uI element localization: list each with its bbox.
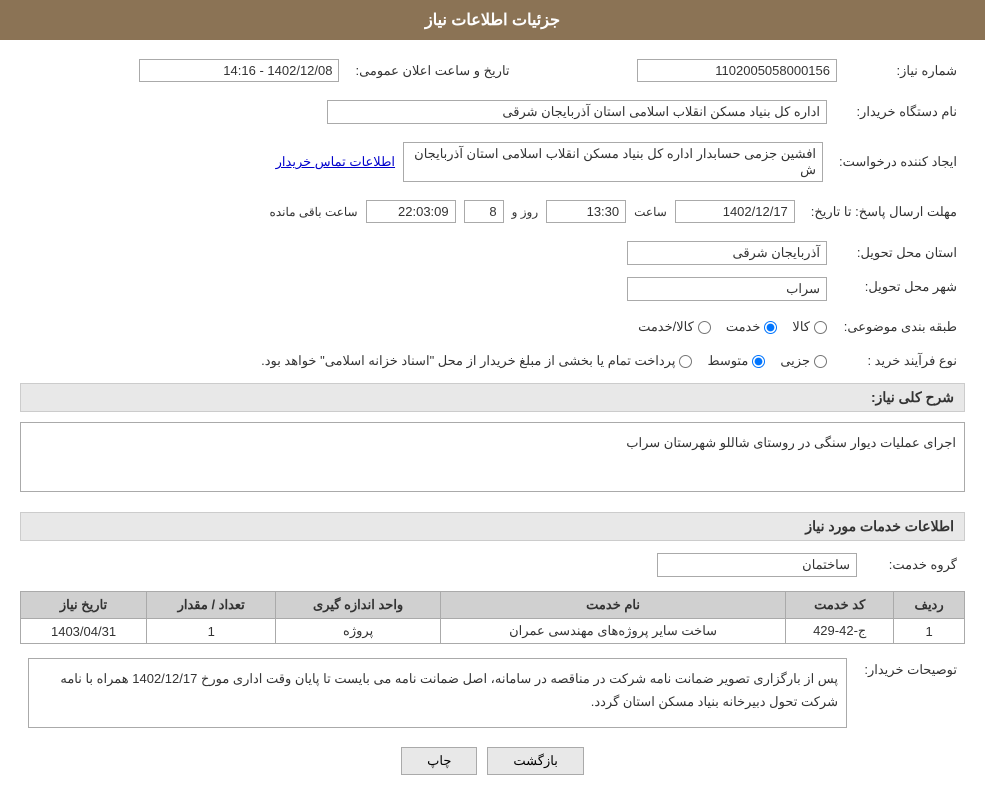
radio-khedmat[interactable]: خدمت: [726, 319, 778, 335]
nam-dastgah-value: اداره کل بنیاد مسکن انقلاب اسلامی استان …: [327, 100, 827, 124]
nam-dastgah-label: نام دستگاه خریدار:: [835, 96, 965, 128]
page-title: جزئیات اطلاعات نیاز: [425, 12, 560, 29]
grooh-value: ساختمان: [657, 553, 857, 577]
radio-jozii[interactable]: جزیی: [780, 353, 827, 369]
radio-pardakht: پرداخت تمام یا بخشی از مبلغ خریدار از مح…: [261, 353, 692, 369]
radio-kala-khedmat[interactable]: کالا/خدمت: [638, 319, 711, 335]
rooz-value: 8: [464, 200, 504, 223]
col-tedad: تعداد / مقدار: [147, 592, 276, 619]
saat-label: ساعت: [634, 205, 667, 219]
col-vahed: واحد اندازه گیری: [276, 592, 441, 619]
col-nam: نام خدمت: [440, 592, 785, 619]
grooh-label: گروه خدمت:: [865, 549, 965, 581]
ostan-value: آذربایجان شرقی: [627, 241, 827, 265]
sharh-value: اجرای عملیات دیوار سنگی در روستای شاللو …: [20, 422, 965, 492]
back-button[interactable]: بازگشت: [487, 747, 583, 775]
shomare-niaz-label: شماره نیاز:: [845, 55, 965, 86]
shahr-label: شهر محل تحویل:: [835, 269, 965, 305]
ettelaat-tamas-link[interactable]: اطلاعات تماس خریدار: [276, 154, 395, 170]
rooz-label: روز و: [512, 205, 539, 219]
radio-kala[interactable]: کالا: [792, 319, 827, 335]
radio-motevaset[interactable]: متوسط: [707, 353, 765, 369]
cell-vahed: پروژه: [276, 619, 441, 644]
cell-tedad: 1: [147, 619, 276, 644]
saat-value: 13:30: [546, 200, 626, 223]
mohlat-label: مهلت ارسال پاسخ: تا تاریخ:: [803, 196, 965, 227]
print-button[interactable]: چاپ: [401, 747, 477, 775]
cell-tarikh: 1403/04/31: [21, 619, 147, 644]
sharh-section-title: شرح کلی نیاز:: [20, 383, 965, 412]
ijad-konande-value: افشین جزمی حسابدار اداره کل بنیاد مسکن ا…: [403, 142, 823, 182]
tabaqe-label: طبقه بندی موضوعی:: [835, 315, 965, 339]
tosihaat-value: پس از بارگزاری تصویر ضمانت نامه شرکت در …: [28, 658, 847, 728]
col-radif: ردیف: [894, 592, 965, 619]
tosihaat-label: توصیحات خریدار:: [855, 654, 965, 732]
ostan-label: استان محل تحویل:: [835, 237, 965, 269]
cell-kod: ج-42-429: [786, 619, 894, 644]
shahr-value: سراب: [627, 277, 827, 301]
tarikh-value: 1402/12/17: [675, 200, 795, 223]
khadamat-section-title: اطلاعات خدمات مورد نیاز: [20, 512, 965, 541]
nooe-farayand-label: نوع فرآیند خرید :: [835, 349, 965, 373]
baqi-label: ساعت باقی مانده: [270, 205, 358, 219]
cell-nam: ساخت سایر پروژه‌های مهندسی عمران: [440, 619, 785, 644]
col-tarikh: تاریخ نیاز: [21, 592, 147, 619]
cell-radif: 1: [894, 619, 965, 644]
col-kod: کد خدمت: [786, 592, 894, 619]
tarikh-elaan-label: تاریخ و ساعت اعلان عمومی:: [347, 55, 517, 86]
shomare-niaz-value: 1102005058000156: [637, 59, 837, 82]
page-header: جزئیات اطلاعات نیاز: [0, 0, 985, 40]
baqi-value: 22:03:09: [366, 200, 456, 223]
table-row: 1ج-42-429ساخت سایر پروژه‌های مهندسی عمرا…: [21, 619, 965, 644]
button-row: بازگشت چاپ: [20, 747, 965, 775]
ijad-konande-label: ایجاد کننده درخواست:: [831, 138, 965, 186]
tarikh-elaan-value: 1402/12/08 - 14:16: [139, 59, 339, 82]
services-table: ردیف کد خدمت نام خدمت واحد اندازه گیری ت…: [20, 591, 965, 644]
